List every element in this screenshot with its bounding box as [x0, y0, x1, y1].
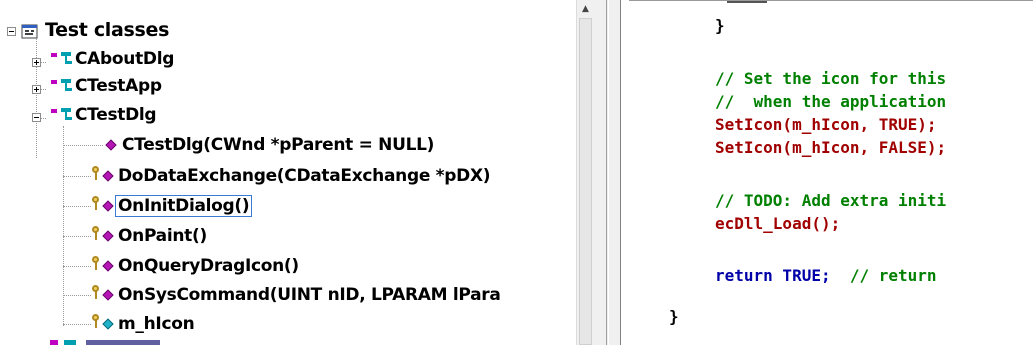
splitter-edge	[606, 0, 607, 345]
public-method-icon	[105, 139, 117, 151]
method-diamond-icon	[102, 170, 114, 182]
code-line: SetIcon(m_hIcon, TRUE);	[715, 115, 937, 134]
return-comment: // return	[830, 266, 937, 285]
code-editor[interactable]: } // Set the icon for this // when the a…	[621, 0, 1033, 345]
method-diamond-icon	[102, 200, 114, 212]
tree-root-label: Test classes	[45, 19, 170, 41]
tree-connector	[63, 126, 64, 326]
return-statement: return TRUE;	[715, 266, 831, 285]
class-icon	[51, 79, 72, 91]
tree-member-label: OnSysCommand(UINT nID, LPARAM lPara	[118, 285, 501, 305]
tree-root[interactable]: Test classes	[45, 17, 169, 43]
tree-connector	[63, 295, 91, 296]
protected-method-icon-stem	[95, 172, 97, 180]
code-line: SetIcon(m_hIcon, FALSE);	[715, 138, 947, 157]
code-comment-line: // TODO: Add extra initi	[715, 191, 947, 210]
protected-method-icon-stem	[95, 262, 97, 270]
class-view-tree[interactable]: Test classes CAboutDlg CTestApp CTestDlg…	[0, 0, 594, 345]
splitter-edge	[608, 0, 609, 345]
code-comment-line: // when the application	[715, 92, 947, 111]
tree-connector	[63, 266, 91, 267]
code-line: }	[669, 307, 679, 326]
tree-connector	[63, 145, 103, 146]
code-return-line: return TRUE; // return	[715, 265, 937, 287]
protected-method-icon-stem	[95, 232, 97, 240]
tree-member-item[interactable]: OnPaint()	[118, 223, 207, 249]
tree-member-label: OnQueryDragIcon()	[118, 256, 299, 276]
tree-connector	[63, 324, 91, 325]
method-diamond-icon	[102, 289, 114, 301]
tree-class-item[interactable]: CAboutDlg	[75, 46, 174, 72]
tree-member-item[interactable]: m_hIcon	[118, 311, 195, 337]
scroll-up-arrow-icon[interactable]: ▲	[577, 0, 594, 17]
tree-member-label: OnPaint()	[118, 226, 207, 246]
scroll-thumb[interactable]	[579, 18, 592, 345]
tree-connector	[63, 176, 91, 177]
tree-class-item[interactable]: CTestApp	[75, 73, 162, 99]
method-diamond-icon	[102, 230, 114, 242]
tree-next-item-partial	[50, 340, 160, 345]
protected-method-icon-stem	[95, 291, 97, 299]
tree-connector	[36, 36, 37, 158]
collapse-root-icon[interactable]	[7, 27, 16, 36]
tree-class-label: CTestDlg	[75, 105, 157, 125]
collapse-class-icon[interactable]	[32, 113, 41, 122]
pane-splitter[interactable]	[594, 0, 621, 345]
editor-top-ruler	[629, 0, 1033, 4]
tree-member-label: OnInitDialog()	[114, 195, 253, 217]
workspace-icon	[21, 24, 38, 39]
tree-member-item[interactable]: DoDataExchange(CDataExchange *pDX)	[118, 163, 491, 189]
expand-class-icon[interactable]	[32, 85, 41, 94]
tree-member-label: DoDataExchange(CDataExchange *pDX)	[118, 166, 491, 186]
tree-class-label: CTestApp	[75, 76, 162, 96]
variable-diamond-icon	[102, 318, 114, 330]
method-diamond-icon	[102, 260, 114, 272]
code-line: }	[715, 16, 725, 35]
tree-class-label: CAboutDlg	[75, 49, 175, 69]
expand-class-icon[interactable]	[32, 58, 41, 67]
protected-method-icon-stem	[95, 202, 97, 210]
tree-member-label: m_hIcon	[118, 314, 195, 334]
code-comment-line: // Set the icon for this	[715, 69, 947, 88]
tree-member-item[interactable]: CTestDlg(CWnd *pParent = NULL)	[122, 132, 434, 158]
tree-member-item[interactable]: OnQueryDragIcon()	[118, 253, 299, 279]
code-line: ecDll_Load();	[715, 214, 841, 233]
tree-vertical-scrollbar[interactable]: ▲	[576, 0, 594, 345]
class-icon	[51, 108, 72, 120]
tree-member-item[interactable]: OnSysCommand(UINT nID, LPARAM lPara	[118, 282, 501, 308]
ruler-mark	[727, 1, 767, 6]
class-icon	[51, 52, 72, 64]
tree-connector	[63, 206, 91, 207]
tree-connector	[63, 236, 91, 237]
tree-member-item-selected[interactable]: OnInitDialog()	[114, 193, 253, 219]
tree-class-item[interactable]: CTestDlg	[75, 102, 157, 128]
tree-member-label: CTestDlg(CWnd *pParent = NULL)	[122, 135, 435, 155]
protected-variable-icon-stem	[95, 320, 97, 328]
